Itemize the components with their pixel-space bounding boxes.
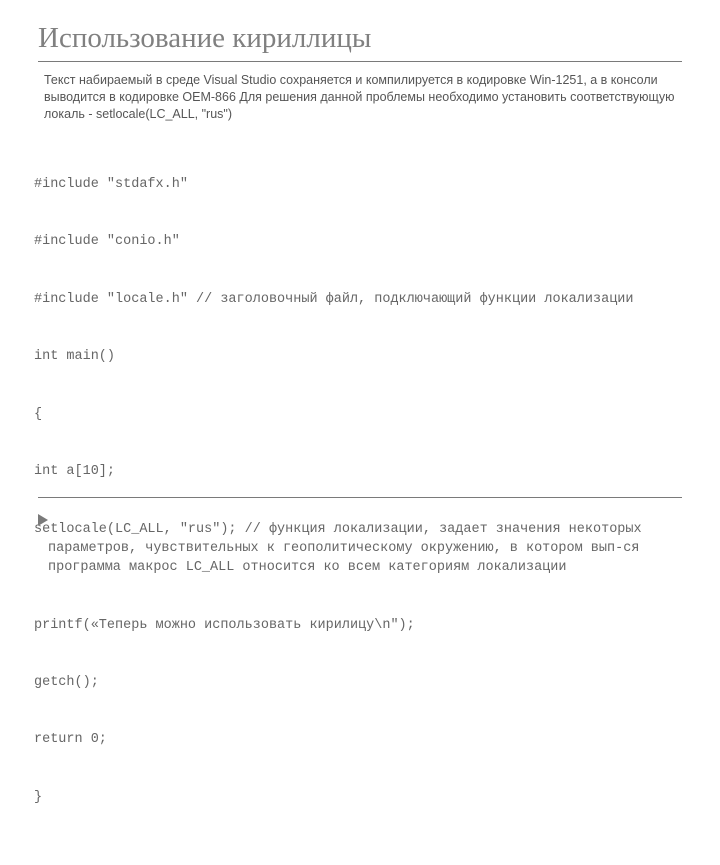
code-line: printf(«Теперь можно использовать кирили… [34,616,682,635]
divider-top [38,61,682,62]
code-line: int a[10]; [34,462,682,481]
slide: Использование кириллицы Текст набираемый… [0,0,720,865]
code-line: #include "locale.h" // заголовочный файл… [34,290,682,309]
divider-bottom [38,497,682,498]
code-block: #include "stdafx.h" #include "conio.h" #… [20,137,682,846]
code-line: getch(); [34,673,682,692]
code-line: #include "conio.h" [34,232,682,251]
code-line: return 0; [34,730,682,749]
code-line: { [34,405,682,424]
code-line: setlocale(LC_ALL, "rus"); // функция лок… [34,520,682,577]
intro-paragraph: Текст набираемый в среде Visual Studio с… [38,72,682,123]
page-title: Использование кириллицы [38,22,682,55]
code-line: #include "stdafx.h" [34,175,682,194]
code-line: int main() [34,347,682,366]
arrow-icon [38,514,48,526]
code-line: } [34,788,682,807]
